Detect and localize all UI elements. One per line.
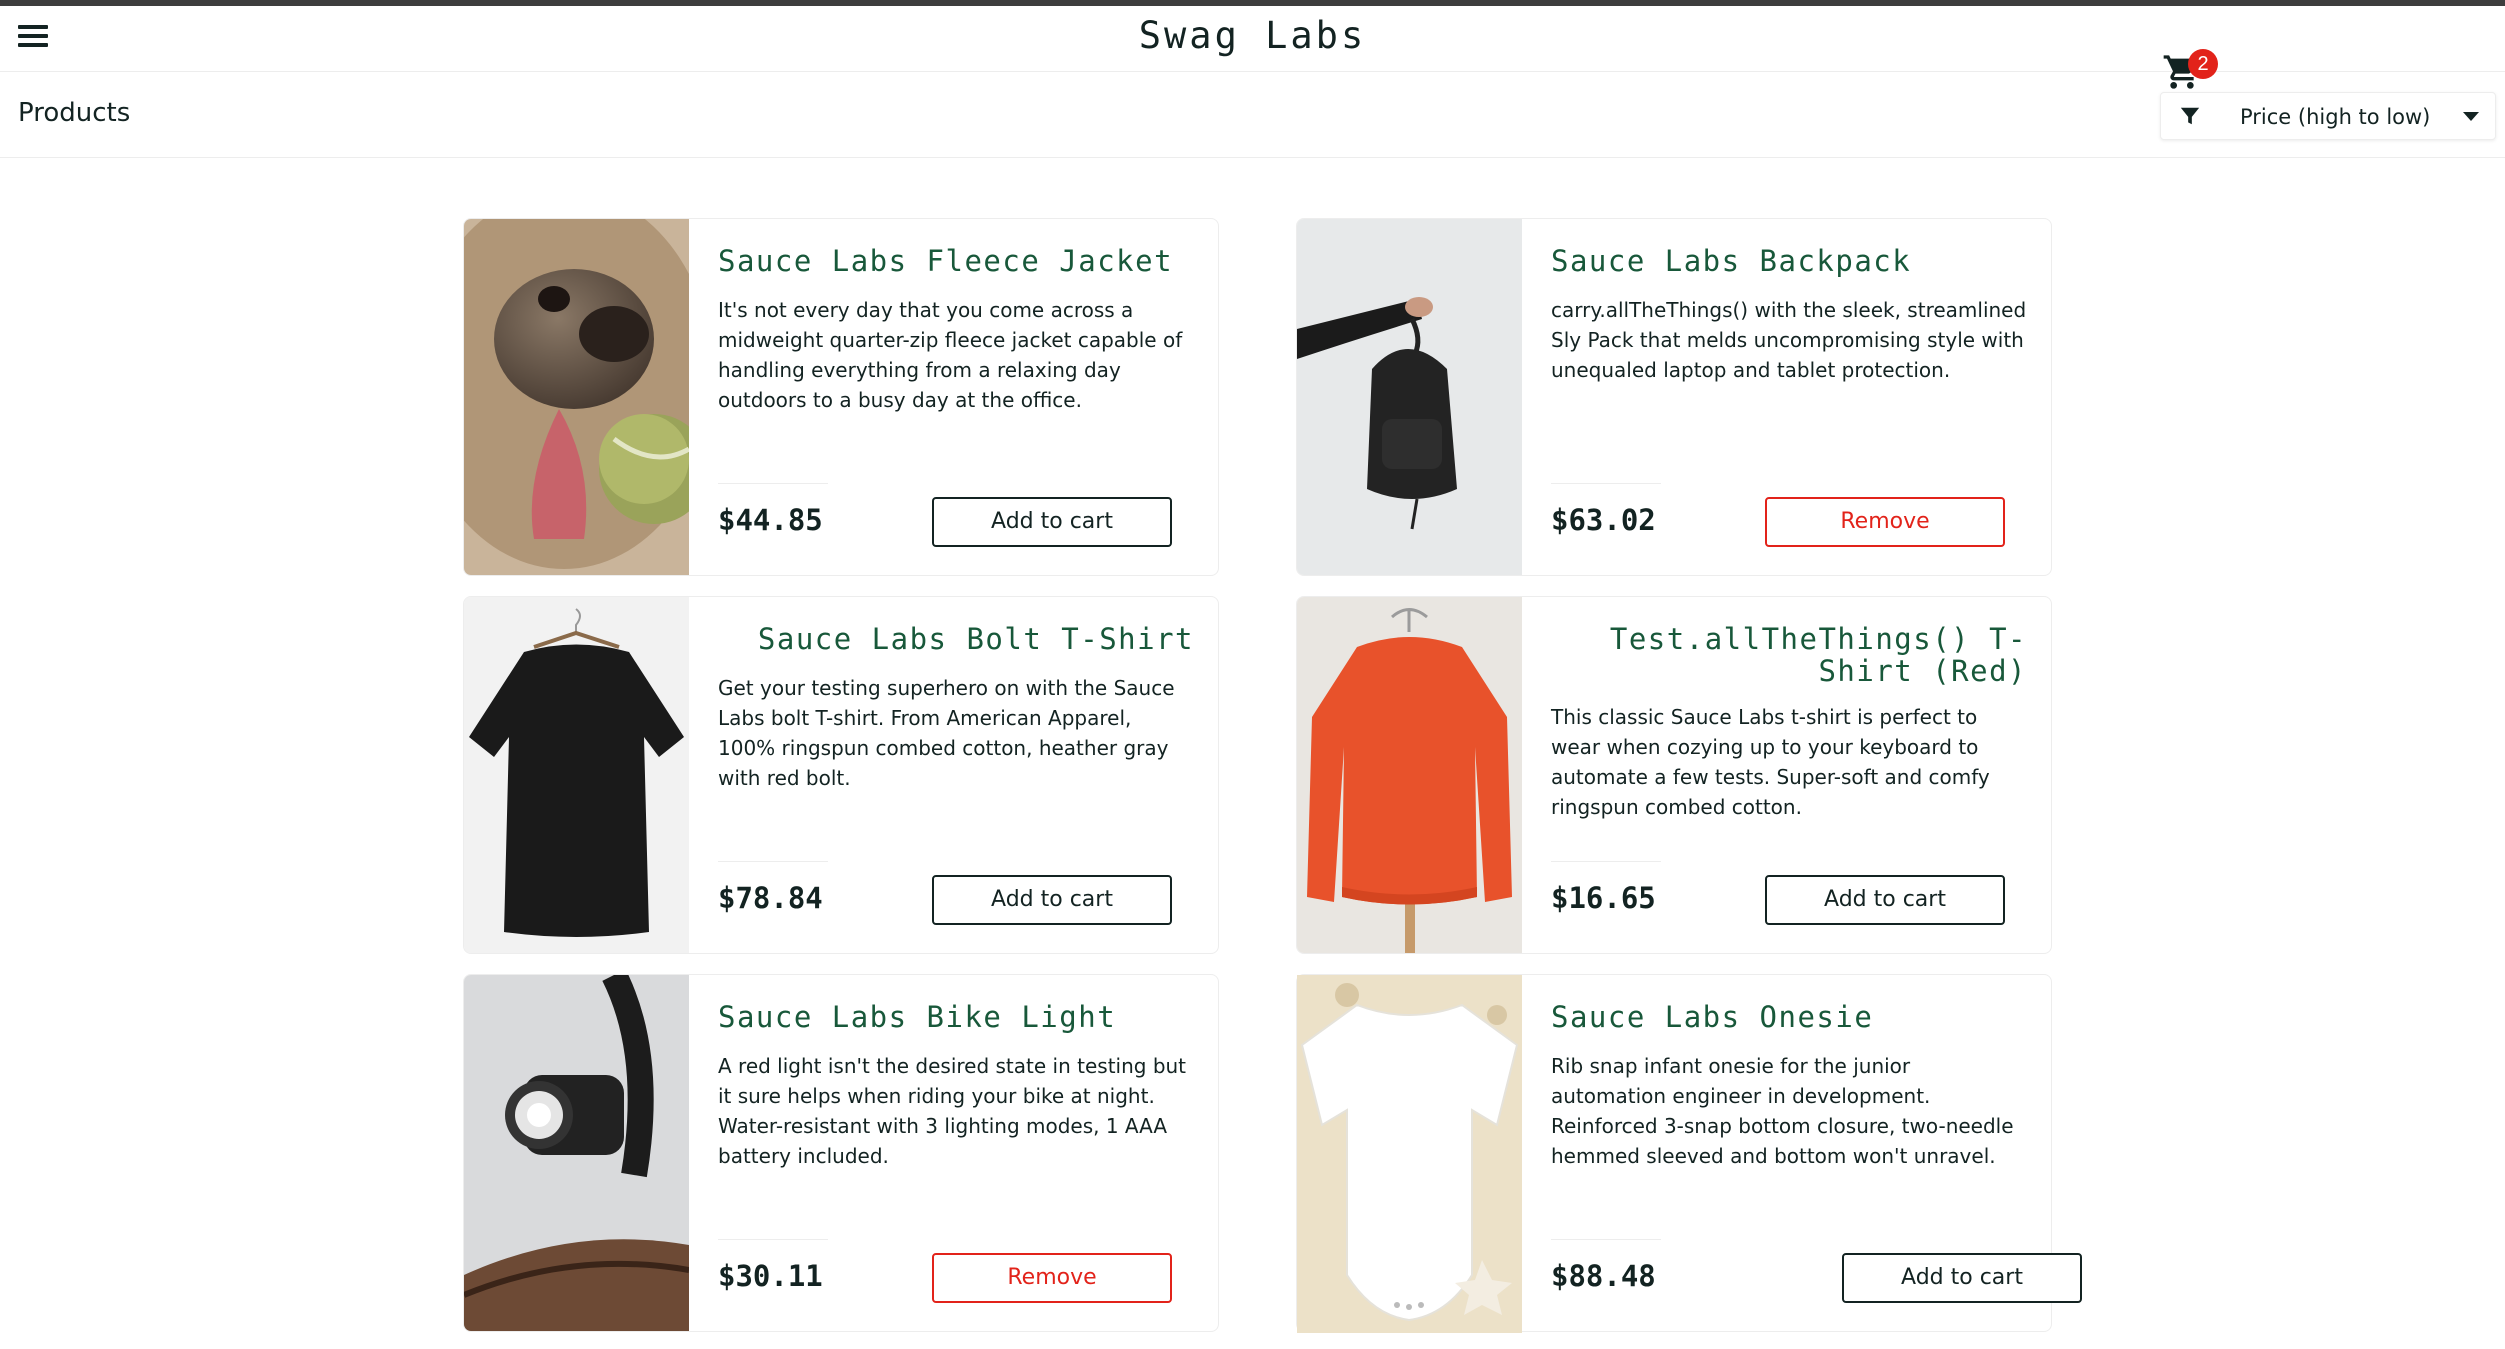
divider [1551,1239,1661,1240]
product-name-link[interactable]: Sauce Labs Bolt T-Shirt [718,623,1194,655]
sub-header: Products Price (high to low) [0,72,2505,158]
divider [718,861,828,862]
inventory-item: Sauce Labs Bike Light A red light isn't … [463,974,1219,1332]
product-details: Sauce Labs Backpack carry.allTheThings()… [1551,219,2027,575]
product-name-link[interactable]: Sauce Labs Bike Light [718,1001,1194,1033]
add-to-cart-button[interactable]: Add to cart [1765,875,2005,925]
product-name-link[interactable]: Sauce Labs Backpack [1551,245,2027,277]
divider [718,1239,828,1240]
product-description: Get your testing superhero on with the S… [718,676,1175,790]
product-description: A red light isn't the desired state in t… [718,1054,1187,1168]
add-to-cart-button[interactable]: Add to cart [1842,1253,2082,1303]
inventory-item: Test.allTheThings() T-Shirt (Red) This c… [1296,596,2052,954]
product-price: $63.02 [1551,503,1656,537]
product-description: This classic Sauce Labs t-shirt is perfe… [1551,705,1990,819]
page-title: Products [18,98,131,128]
product-details: Sauce Labs Onesie Rib snap infant onesie… [1551,975,2082,1333]
inventory-item: Sauce Labs Backpack carry.allTheThings()… [1296,218,2052,576]
product-details: Sauce Labs Bolt T-Shirt Get your testing… [718,597,1194,953]
add-to-cart-button[interactable]: Add to cart [932,497,1172,547]
filter-funnel-icon [2180,107,2200,125]
product-price: $16.65 [1551,881,1656,915]
remove-button[interactable]: Remove [1765,497,2005,547]
product-description: Rib snap infant onesie for the junior au… [1551,1054,2014,1168]
divider [718,483,828,484]
inventory-item: Sauce Labs Bolt T-Shirt Get your testing… [463,596,1219,954]
product-image-fleece-jacket[interactable] [464,219,689,575]
product-name-link[interactable]: Test.allTheThings() T-Shirt (Red) [1551,623,2027,687]
app-header: Swag Labs [0,6,2505,72]
product-price: $78.84 [718,881,823,915]
product-details: Test.allTheThings() T-Shirt (Red) This c… [1551,597,2027,953]
product-image-onesie[interactable] [1297,975,1522,1333]
product-name-link[interactable]: Sauce Labs Onesie [1551,1001,2027,1033]
add-to-cart-button[interactable]: Add to cart [932,875,1172,925]
product-description: It's not every day that you come across … [718,298,1183,412]
product-details: Sauce Labs Fleece Jacket It's not every … [718,219,1194,575]
product-price: $88.48 [1551,1259,1656,1293]
product-image-bolt-t-shirt[interactable] [464,597,689,953]
product-name-link[interactable]: Sauce Labs Fleece Jacket [718,245,1194,277]
chevron-down-icon [2463,112,2479,121]
product-price: $44.85 [718,503,823,537]
inventory-item: Sauce Labs Onesie Rib snap infant onesie… [1296,974,2082,1333]
divider [1551,861,1661,862]
divider [1551,483,1661,484]
product-description: carry.allTheThings() with the sleek, str… [1551,298,2027,382]
product-image-red-t-shirt[interactable] [1297,597,1522,953]
sort-selected-option: Price (high to low) [2240,105,2431,129]
product-details: Sauce Labs Bike Light A red light isn't … [718,975,1194,1331]
product-image-bike-light[interactable] [464,975,689,1331]
product-price: $30.11 [718,1259,823,1293]
inventory-item: Sauce Labs Fleece Jacket It's not every … [463,218,1219,576]
sort-select[interactable]: Price (high to low) [2160,92,2496,140]
app-logo: Swag Labs [1138,14,1367,57]
product-image-backpack[interactable] [1297,219,1522,575]
remove-button[interactable]: Remove [932,1253,1172,1303]
